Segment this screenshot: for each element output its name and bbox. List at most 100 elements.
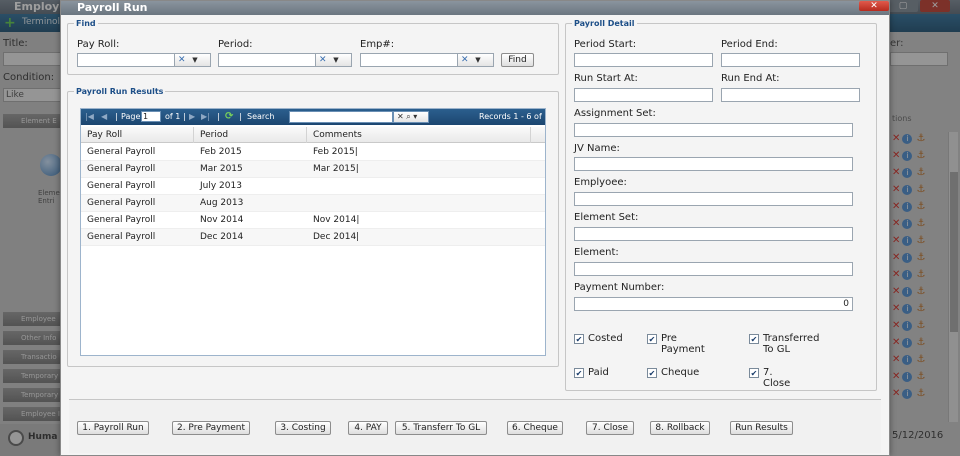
- payroll-label: Pay Roll:: [77, 39, 120, 50]
- grid-search-input[interactable]: [289, 111, 393, 123]
- emp-input[interactable]: [360, 53, 458, 67]
- clear-icon[interactable]: ✕: [178, 54, 186, 67]
- run-start-input[interactable]: [574, 88, 713, 102]
- period-end-input[interactable]: [721, 53, 860, 67]
- payroll-input[interactable]: [77, 53, 175, 67]
- run-end-input[interactable]: [721, 88, 860, 102]
- period-input[interactable]: [218, 53, 316, 67]
- last-page-icon[interactable]: ▶|: [201, 109, 210, 125]
- assignment-set-label: Assignment Set:: [574, 108, 656, 119]
- period-start-label: Period Start:: [574, 39, 637, 50]
- prev-page-icon[interactable]: ◀: [101, 109, 107, 125]
- checkbox-3[interactable]: ✔: [574, 368, 584, 378]
- search-icon[interactable]: ⌕: [406, 112, 410, 121]
- find-legend: Find: [76, 19, 96, 28]
- page-label: Page: [121, 112, 141, 121]
- period-end-label: Period End:: [721, 39, 778, 50]
- pre-payment-button[interactable]: 2. Pre Payment: [172, 421, 250, 435]
- cheque-button[interactable]: 6. Cheque: [507, 421, 563, 435]
- cell-period: Feb 2015: [200, 147, 242, 157]
- element-set-label: Element Set:: [574, 212, 639, 223]
- element-input[interactable]: [574, 262, 853, 276]
- checkbox-4[interactable]: ✔: [647, 368, 657, 378]
- table-row[interactable]: General Payroll Feb 2015 Feb 2015|: [81, 144, 545, 161]
- emp-combo-controls: ✕ ▼: [458, 53, 494, 67]
- payment-number-input[interactable]: 0: [574, 297, 853, 311]
- transfer-gl-button[interactable]: 5. Transferr To GL: [395, 421, 487, 435]
- cell-comments: Feb 2015|: [313, 147, 358, 157]
- cell-comments: Nov 2014|: [313, 215, 360, 225]
- grid-toolbar: |◀ ◀ | Page 1 of 1 | ▶ ▶| | ⟳ | Search ✕…: [81, 109, 545, 137]
- column-header-payroll[interactable]: Pay Roll: [81, 127, 194, 143]
- cell-period: July 2013: [200, 181, 242, 191]
- checkbox-0[interactable]: ✔: [574, 334, 584, 344]
- chevron-down-icon[interactable]: ▼: [330, 54, 342, 66]
- run-results-button[interactable]: Run Results: [730, 421, 793, 435]
- checkbox-2[interactable]: ✔: [749, 334, 759, 344]
- clear-icon[interactable]: ✕: [397, 112, 404, 121]
- cell-payroll: General Payroll: [87, 215, 156, 225]
- jv-name-input[interactable]: [574, 157, 853, 171]
- cell-payroll: General Payroll: [87, 232, 156, 242]
- jv-name-label: JV Name:: [574, 143, 620, 154]
- element-set-input[interactable]: [574, 227, 853, 241]
- checkbox-label: Transferred To GL: [763, 333, 820, 355]
- pay-button[interactable]: 4. PAY: [348, 421, 388, 435]
- close-button[interactable]: 7. Close: [586, 421, 634, 435]
- table-row[interactable]: General Payroll Dec 2014 Dec 2014|: [81, 229, 545, 246]
- checkbox-label: Cheque: [661, 367, 700, 378]
- search-label: Search: [247, 112, 275, 121]
- chevron-down-icon[interactable]: ▾: [413, 112, 417, 121]
- cell-period: Dec 2014: [200, 232, 244, 242]
- cell-payroll: General Payroll: [87, 147, 156, 157]
- payroll-run-button[interactable]: 1. Payroll Run: [77, 421, 149, 435]
- table-row[interactable]: General Payroll Mar 2015 Mar 2015|: [81, 161, 545, 178]
- employee-input[interactable]: [574, 192, 853, 206]
- column-header-period[interactable]: Period: [194, 127, 307, 143]
- period-label: Period:: [218, 39, 253, 50]
- rollback-button[interactable]: 8. Rollback: [650, 421, 710, 435]
- assignment-set-input[interactable]: [574, 123, 853, 137]
- column-header-comments[interactable]: Comments: [307, 127, 531, 143]
- cell-period: Aug 2013: [200, 198, 244, 208]
- table-row[interactable]: General Payroll Nov 2014 Nov 2014|: [81, 212, 545, 229]
- run-end-label: Run End At:: [721, 73, 780, 84]
- cell-comments: Mar 2015|: [313, 164, 359, 174]
- first-page-icon[interactable]: |◀: [85, 109, 94, 125]
- results-grid: |◀ ◀ | Page 1 of 1 | ▶ ▶| | ⟳ | Search ✕…: [80, 108, 546, 356]
- period-combo-controls: ✕ ▼: [316, 53, 352, 67]
- checkbox-label: Pre Payment: [661, 333, 705, 355]
- cell-comments: Dec 2014|: [313, 232, 360, 242]
- payroll-combo-controls: ✕ ▼: [175, 53, 211, 67]
- checkbox-label: Paid: [588, 367, 609, 378]
- close-icon[interactable]: ✕: [859, 1, 889, 11]
- page-number-input[interactable]: 1: [141, 111, 161, 122]
- cell-payroll: General Payroll: [87, 198, 156, 208]
- clear-icon[interactable]: ✕: [461, 54, 469, 67]
- grid-search-controls: ✕ ⌕ ▾: [393, 111, 429, 123]
- employee-label: Emplyoee:: [574, 177, 627, 188]
- table-row[interactable]: General Payroll Aug 2013: [81, 195, 545, 212]
- element-label: Element:: [574, 247, 619, 258]
- cell-period: Nov 2014: [200, 215, 244, 225]
- payment-number-label: Payment Number:: [574, 282, 665, 293]
- clear-icon[interactable]: ✕: [319, 54, 327, 67]
- cell-comments: [307, 178, 531, 195]
- grid-header: Pay Roll Period Comments: [81, 127, 545, 143]
- period-start-input[interactable]: [574, 53, 713, 67]
- next-page-icon[interactable]: ▶: [189, 109, 195, 125]
- detail-legend: Payroll Detail: [574, 19, 635, 28]
- refresh-icon[interactable]: ⟳: [225, 109, 233, 125]
- results-legend: Payroll Run Results: [76, 87, 164, 96]
- checkbox-1[interactable]: ✔: [647, 334, 657, 344]
- chevron-down-icon[interactable]: ▼: [472, 54, 484, 66]
- checkbox-5[interactable]: ✔: [749, 368, 759, 378]
- checkbox-label: 7. Close: [763, 367, 791, 389]
- cell-payroll: General Payroll: [87, 181, 156, 191]
- costing-button[interactable]: 3. Costing: [275, 421, 331, 435]
- chevron-down-icon[interactable]: ▼: [189, 54, 201, 66]
- cell-period: Mar 2015: [200, 164, 243, 174]
- find-button[interactable]: Find: [501, 53, 534, 67]
- table-row[interactable]: General Payroll July 2013: [81, 178, 545, 195]
- page-of-label: of 1: [165, 112, 181, 121]
